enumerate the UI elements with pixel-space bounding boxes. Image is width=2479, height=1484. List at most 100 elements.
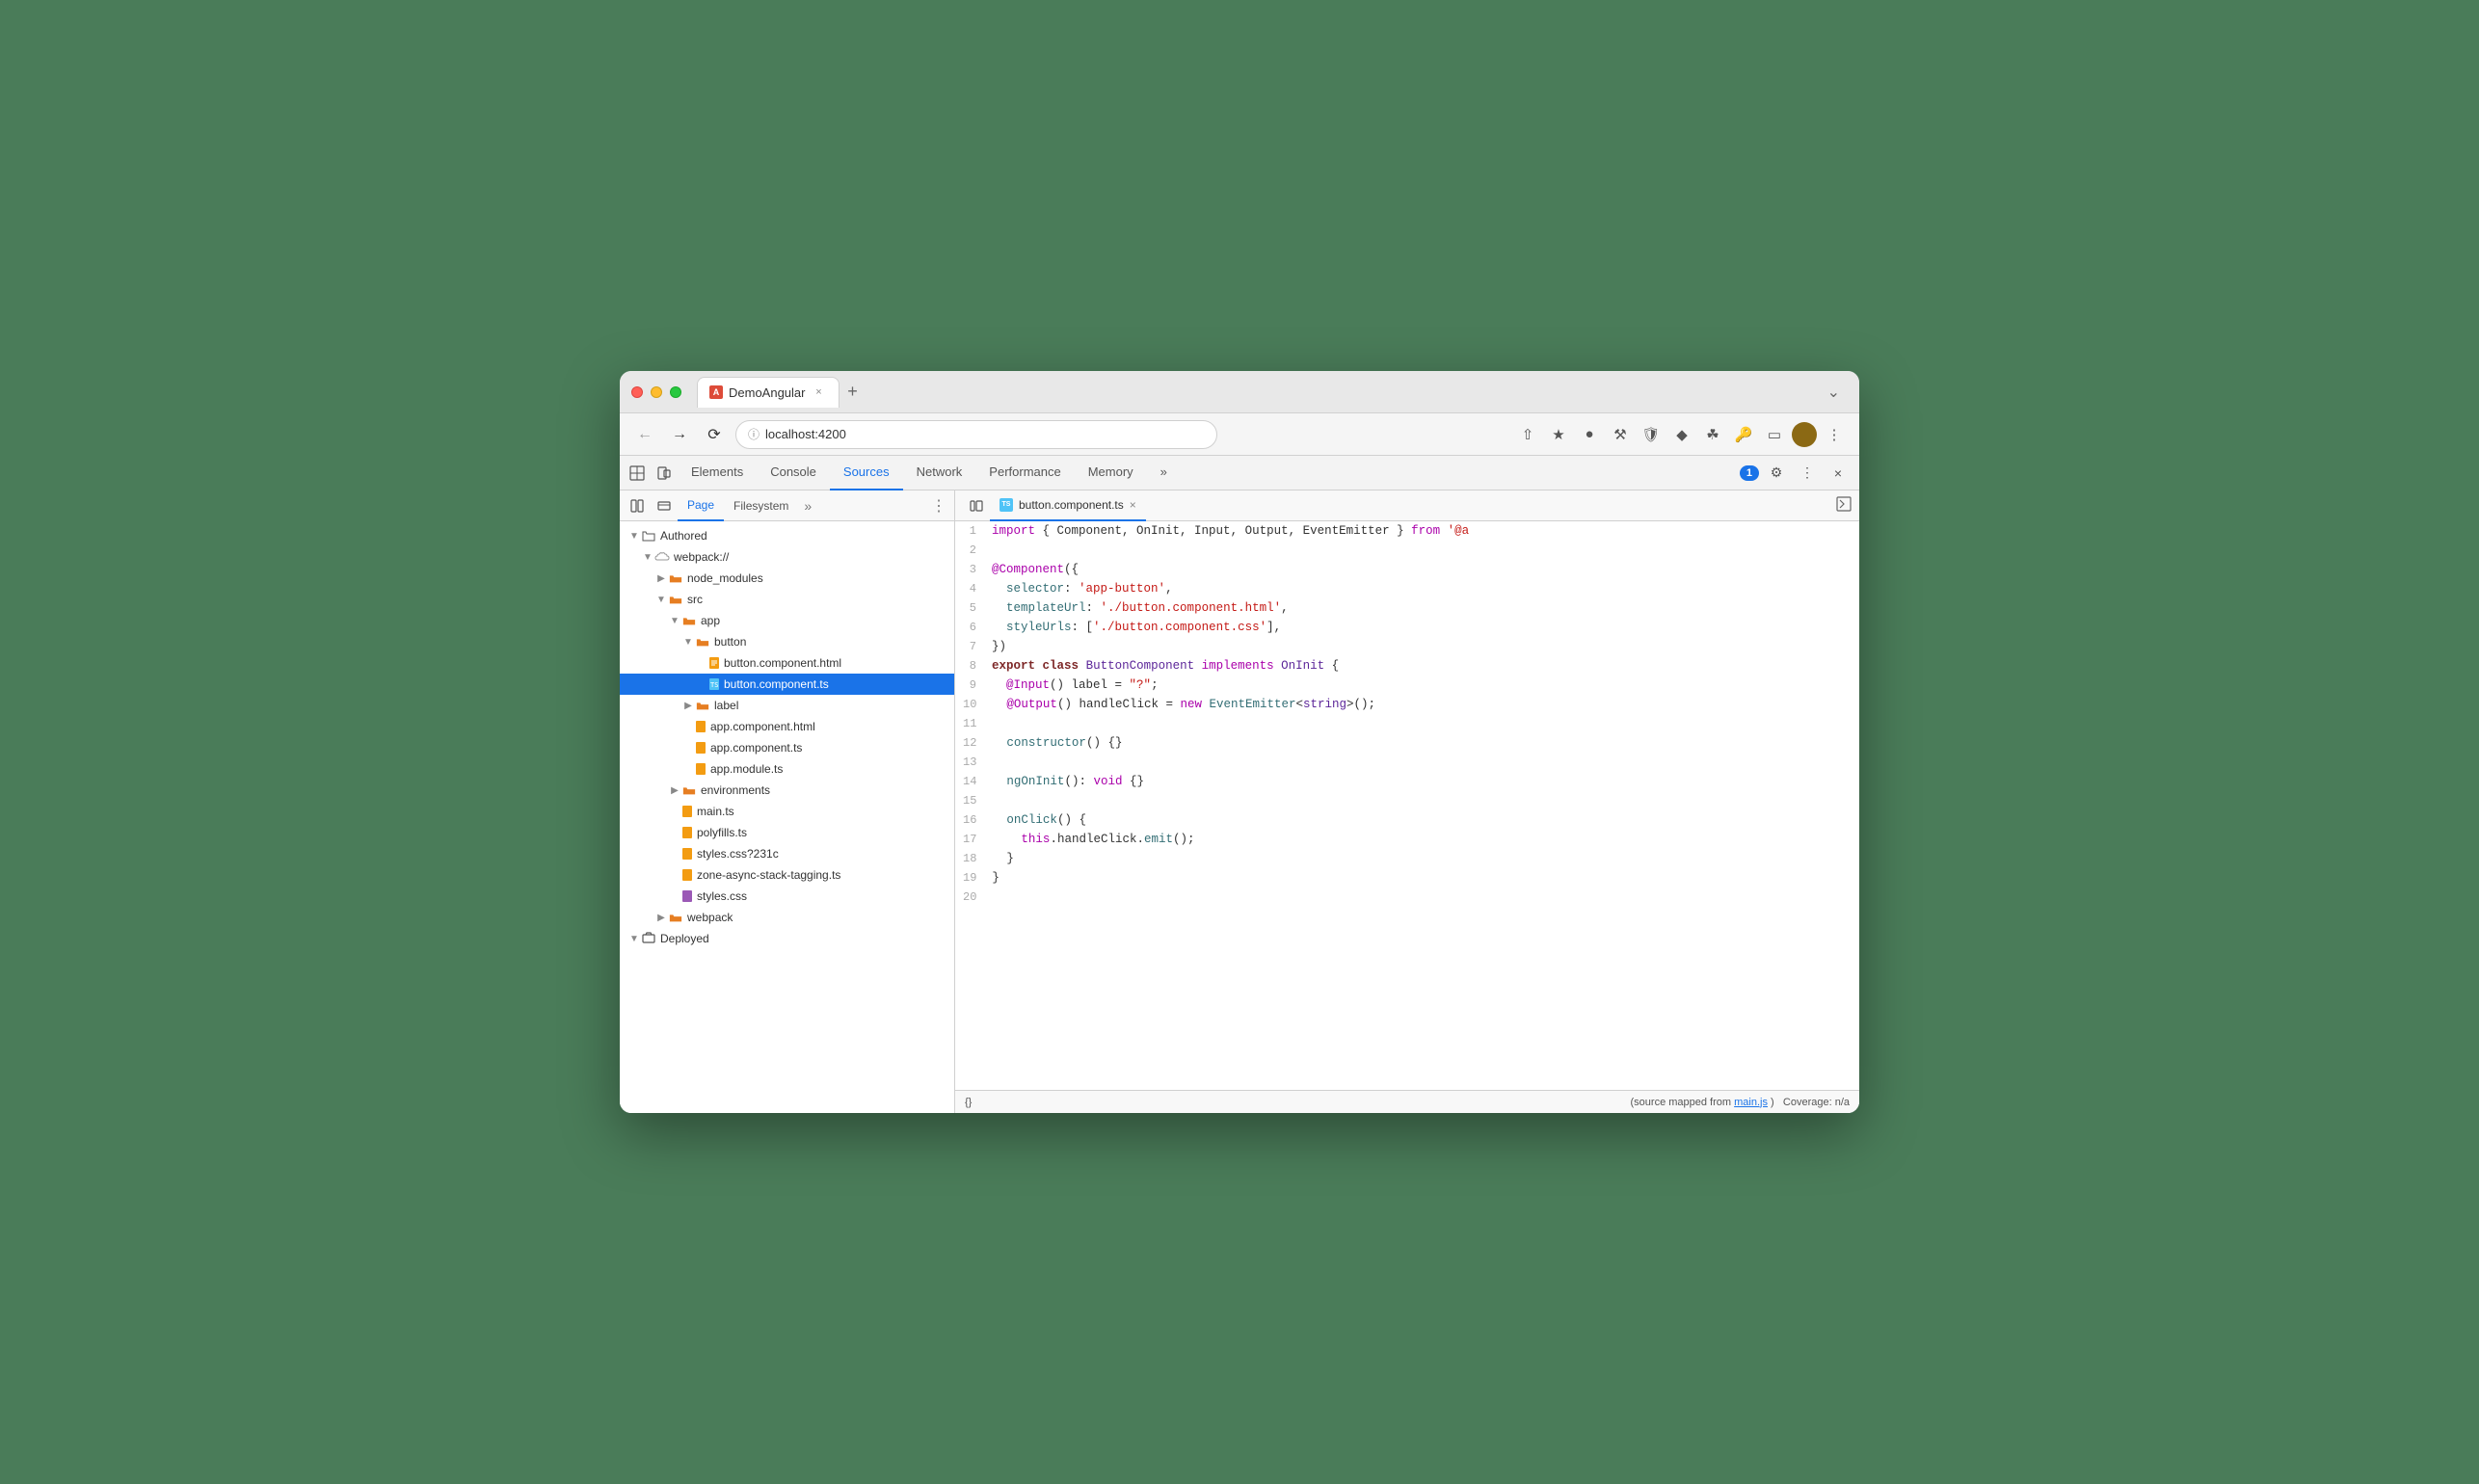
close-devtools-button[interactable]: × — [1825, 460, 1852, 487]
back-button[interactable]: ← — [631, 421, 658, 448]
title-bar: A DemoAngular × + ⌄ — [620, 371, 1859, 413]
sources-sidebar-toggle[interactable] — [624, 492, 651, 519]
tree-item-app-component-html[interactable]: app.component.html — [620, 716, 954, 737]
tree-item-app[interactable]: ▼ app — [620, 610, 954, 631]
extension3-icon[interactable]: 🔑 — [1730, 421, 1757, 448]
file-tree: ▼ Authored ▼ — [620, 521, 954, 1113]
extension2-icon[interactable]: ☘ — [1699, 421, 1726, 448]
tree-arrow: ▶ — [654, 573, 668, 584]
tree-item-deployed[interactable]: ▼ Deployed — [620, 928, 954, 949]
tree-item-button-component-html[interactable]: button.component.html — [620, 652, 954, 674]
file-icon — [681, 847, 693, 861]
tree-label: styles.css — [697, 889, 747, 903]
tree-item-polyfills-ts[interactable]: polyfills.ts — [620, 822, 954, 843]
tree-label: label — [714, 699, 738, 712]
code-line: 5 templateUrl: './button.component.html'… — [955, 598, 1859, 618]
toggle-navigator-icon[interactable] — [963, 492, 990, 519]
format-code-icon[interactable] — [1836, 496, 1852, 515]
status-bar: {} (source mapped from main.js ) Coverag… — [955, 1090, 1859, 1113]
code-tab-button-component-ts[interactable]: TS button.component.ts × — [990, 490, 1146, 521]
file-icon — [681, 805, 693, 818]
code-tab-close-button[interactable]: × — [1130, 498, 1136, 512]
tree-item-src[interactable]: ▼ src — [620, 589, 954, 610]
panel-tab-more[interactable]: » — [798, 498, 817, 514]
tab-elements[interactable]: Elements — [678, 456, 757, 490]
extension1-icon[interactable]: ◆ — [1668, 421, 1695, 448]
code-line: 11 — [955, 714, 1859, 733]
tree-item-button-folder[interactable]: ▼ button — [620, 631, 954, 652]
code-area[interactable]: 1 import { Component, OnInit, Input, Out… — [955, 521, 1859, 1090]
devtools-icon[interactable]: ⚒ — [1607, 421, 1634, 448]
active-tab[interactable]: A DemoAngular × — [697, 377, 840, 408]
source-mapped-text: (source mapped from — [1631, 1097, 1735, 1108]
tree-item-zone-async[interactable]: zone-async-stack-tagging.ts — [620, 864, 954, 886]
tab-sources[interactable]: Sources — [830, 456, 903, 490]
tree-item-button-component-ts[interactable]: TS button.component.ts — [620, 674, 954, 695]
chrome-menu-button[interactable]: ⋮ — [1821, 421, 1848, 448]
tree-item-label-folder[interactable]: ▶ label — [620, 695, 954, 716]
tree-item-styles-css-231c[interactable]: styles.css?231c — [620, 843, 954, 864]
source-link[interactable]: main.js — [1734, 1097, 1768, 1108]
profile-avatar[interactable] — [1792, 422, 1817, 447]
tree-item-main-ts[interactable]: main.ts — [620, 801, 954, 822]
more-tabs-button[interactable]: » — [1147, 456, 1181, 490]
tab-network[interactable]: Network — [903, 456, 976, 490]
settings-button[interactable]: ⚙ — [1763, 460, 1790, 487]
tab-console[interactable]: Console — [757, 456, 830, 490]
tree-item-app-module-ts[interactable]: app.module.ts — [620, 758, 954, 780]
lock-icon: ⓘ — [748, 426, 760, 442]
tab-memory[interactable]: Memory — [1075, 456, 1147, 490]
cast-icon[interactable]: ▭ — [1761, 421, 1788, 448]
tree-label: Deployed — [660, 932, 709, 945]
share-icon[interactable]: ⇧ — [1514, 421, 1541, 448]
tree-item-node-modules[interactable]: ▶ node_modules — [620, 568, 954, 589]
status-right: (source mapped from main.js ) Coverage: … — [1631, 1097, 1850, 1108]
device-toggle-icon[interactable] — [651, 460, 678, 487]
code-line: 3 @Component({ — [955, 560, 1859, 579]
panel-menu-button[interactable]: ⋮ — [927, 496, 950, 516]
devtools-more-button[interactable]: ⋮ — [1794, 460, 1821, 487]
url-bar[interactable]: ⓘ localhost:4200 — [735, 420, 1217, 449]
filesystem-icon[interactable] — [651, 492, 678, 519]
code-line: 12 constructor() {} — [955, 733, 1859, 753]
tree-label: webpack — [687, 911, 733, 924]
new-tab-button[interactable]: + — [840, 379, 866, 406]
tree-item-webpack-folder[interactable]: ▶ webpack — [620, 907, 954, 928]
code-line: 13 — [955, 753, 1859, 772]
tree-item-environments[interactable]: ▶ environments — [620, 780, 954, 801]
chat-badge[interactable]: 1 — [1740, 465, 1759, 481]
tree-arrow: ▶ — [681, 701, 695, 711]
panel-tab-filesystem[interactable]: Filesystem — [724, 490, 798, 521]
code-line: 7 }) — [955, 637, 1859, 656]
file-icon — [681, 889, 693, 903]
tab-menu-button[interactable]: ⌄ — [1820, 383, 1848, 402]
forward-button[interactable]: → — [666, 421, 693, 448]
maximize-window-button[interactable] — [670, 386, 681, 398]
element-selector-icon[interactable] — [624, 460, 651, 487]
tree-item-authored[interactable]: ▼ Authored — [620, 525, 954, 546]
code-line: 19 } — [955, 868, 1859, 888]
tab-close-button[interactable]: × — [812, 384, 827, 400]
tab-performance[interactable]: Performance — [975, 456, 1074, 490]
address-bar: ← → ⟳ ⓘ localhost:4200 ⇧ ★ ● ⚒ 🛡 ◆ ☘ 🔑 ▭… — [620, 413, 1859, 456]
bookmark-icon[interactable]: ★ — [1545, 421, 1572, 448]
tree-item-styles-css[interactable]: styles.css — [620, 886, 954, 907]
folder-icon — [668, 571, 683, 585]
panel-tab-page[interactable]: Page — [678, 490, 724, 521]
tree-item-app-component-ts[interactable]: app.component.ts — [620, 737, 954, 758]
tree-label: styles.css?231c — [697, 847, 779, 861]
reload-button[interactable]: ⟳ — [701, 421, 728, 448]
tree-label: button.component.ts — [724, 677, 829, 691]
tree-item-webpack[interactable]: ▼ webpack:// — [620, 546, 954, 568]
close-window-button[interactable] — [631, 386, 643, 398]
panel-tabs: Page Filesystem » ⋮ — [620, 490, 954, 521]
format-code-button[interactable]: {} — [965, 1097, 972, 1108]
chrome-extensions-icon[interactable]: ● — [1576, 421, 1603, 448]
minimize-window-button[interactable] — [651, 386, 662, 398]
code-line: 16 onClick() { — [955, 810, 1859, 830]
tree-label: main.ts — [697, 805, 734, 818]
tree-label: button — [714, 635, 746, 649]
devtools-topbar: Elements Console Sources Network Perform… — [620, 456, 1859, 490]
adblocker-icon[interactable]: 🛡 — [1638, 421, 1665, 448]
file-icon — [708, 656, 720, 670]
